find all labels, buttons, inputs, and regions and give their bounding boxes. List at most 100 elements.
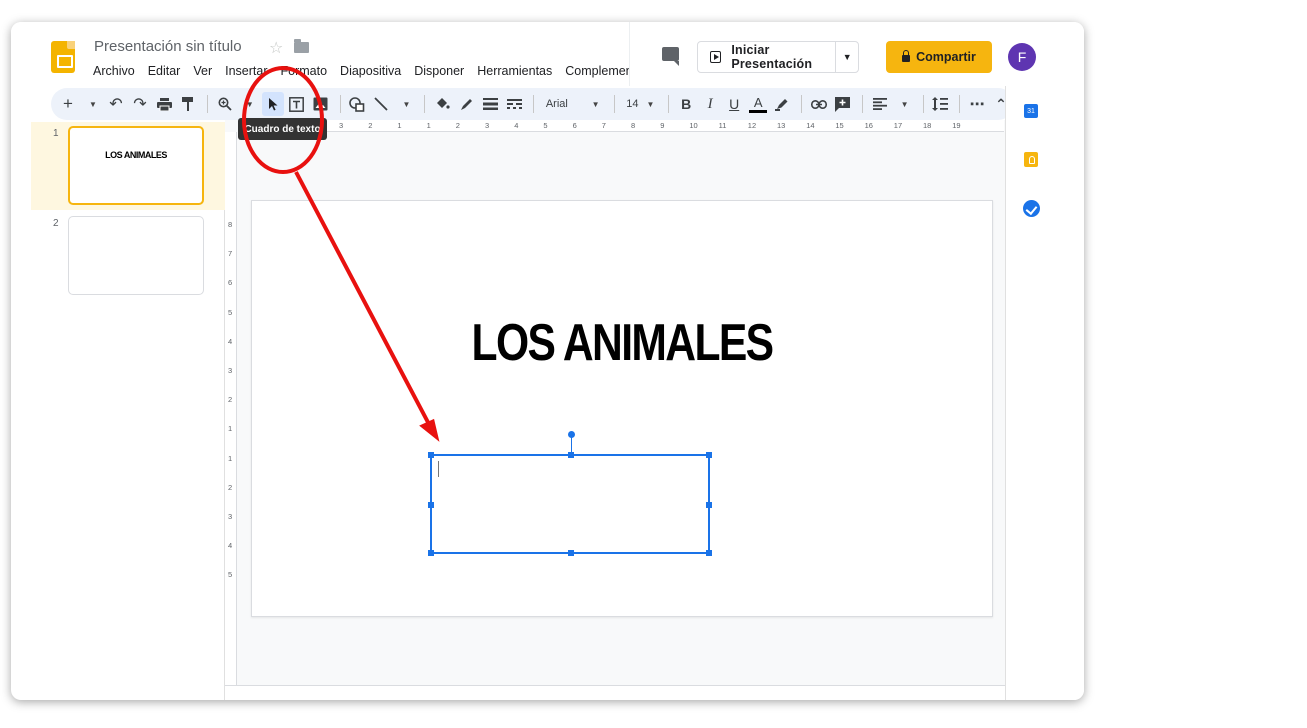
ruler-tick-label: 3 [228,512,233,521]
avatar[interactable]: F [1008,43,1036,71]
resize-handle-w[interactable] [428,502,434,508]
vertical-ruler[interactable]: 8 7 6 5 4 3 2 1 1 2 3 4 5 [225,132,237,698]
star-icon[interactable]: ☆ [269,38,283,58]
select-pointer-icon[interactable] [261,92,284,116]
underline-button[interactable]: U [723,92,745,116]
toolbar-divider [959,95,960,113]
resize-handle-ne[interactable] [706,452,712,458]
toolbar-divider [668,95,670,113]
doc-title[interactable]: Presentación sin título [94,38,242,55]
rotation-handle[interactable] [568,431,575,438]
horizontal-ruler[interactable]: 3 2 1 1 2 3 4 5 6 7 8 9 10 11 12 13 14 15 16 17 18 19 [321,120,1004,132]
menu-complementos[interactable]: Complemen [565,64,631,84]
font-select[interactable]: Arial ▼ [540,92,606,116]
zoom-icon[interactable] [214,92,236,116]
resize-handle-n[interactable] [568,452,574,458]
text-box-icon[interactable] [286,92,308,116]
line-caret[interactable]: ▼ [394,92,416,116]
font-size-value: 14 [626,98,639,110]
menu-ver[interactable]: Ver [193,64,218,84]
resize-handle-sw[interactable] [428,550,434,556]
ruler-tick-label: 15 [835,121,844,130]
zoom-caret[interactable]: ▼ [238,92,260,116]
speaker-notes-divider[interactable] [225,685,1005,700]
highlight-icon[interactable] [771,92,793,116]
ruler-tick-label: 13 [777,121,786,130]
resize-handle-s[interactable] [568,550,574,556]
app-window: Presentación sin título ☆ Archivo Editar… [11,22,1084,700]
new-slide-button[interactable]: + [57,92,79,116]
ruler-tick-label: 7 [601,121,606,130]
image-icon[interactable] [310,92,332,116]
italic-button[interactable]: I [699,92,721,116]
border-color-icon[interactable] [455,92,477,116]
ruler-tick-label: 2 [228,482,233,492]
link-icon[interactable] [808,92,830,116]
folder-icon[interactable] [294,39,309,53]
line-spacing-icon[interactable] [929,92,951,116]
border-weight-icon[interactable] [479,92,501,116]
tasks-icon[interactable] [1023,200,1040,217]
border-dash-icon[interactable] [503,92,525,116]
text-box-tooltip: Cuadro de texto [238,118,327,140]
lock-icon [902,50,911,62]
resize-handle-nw[interactable] [428,452,434,458]
present-button-group: Iniciar Presentación ▼ [697,41,859,73]
paint-format-icon[interactable] [177,92,199,116]
calendar-icon[interactable]: 31 [1024,104,1038,118]
ruler-tick-label: 6 [572,121,577,130]
ruler-tick-label: 4 [514,121,519,130]
share-button[interactable]: Compartir [886,41,992,73]
more-options-icon[interactable]: ⋯ [966,92,988,116]
toolbar-divider [339,95,341,113]
ruler-tick-label: 18 [923,121,932,130]
menu-disponer[interactable]: Disponer [414,64,470,84]
add-comment-icon[interactable] [832,92,854,116]
font-size-select[interactable]: 14 ▼ [620,92,660,116]
print-icon[interactable] [153,92,175,116]
toolbar-divider [861,95,863,113]
slide-title[interactable]: LOS ANIMALES [319,313,926,373]
ruler-tick-label: 8 [228,220,233,229]
present-options-button[interactable]: ▼ [836,42,858,72]
slide-thumbnail-row[interactable]: 2 [31,212,225,300]
resize-handle-e[interactable] [706,502,712,508]
fill-color-icon[interactable] [431,92,453,116]
menu-archivo[interactable]: Archivo [93,64,141,84]
align-icon[interactable] [869,92,891,116]
new-slide-layout-caret[interactable]: ▼ [81,92,103,116]
resize-handle-se[interactable] [706,550,712,556]
present-button[interactable]: Iniciar Presentación [698,42,837,72]
shape-icon[interactable] [346,92,368,116]
menu-herramientas[interactable]: Herramientas [477,64,558,84]
chevron-down-icon: ▼ [591,99,600,109]
text-color-button[interactable]: A [747,92,769,116]
redo-icon[interactable]: ↷ [129,92,151,116]
menu-diapositiva[interactable]: Diapositiva [340,64,407,84]
menu-insertar[interactable]: Insertar [225,64,273,84]
slide-thumbnail[interactable] [68,216,204,295]
ruler-tick-label: 11 [718,121,727,130]
text-color-bar [749,109,768,113]
slide-canvas-area: 3 2 1 1 2 3 4 5 6 7 8 9 10 11 12 13 14 15 16 17 18 19 8765432… [225,120,1005,700]
bold-button[interactable]: B [675,92,697,116]
menu-formato[interactable]: Formato [281,64,334,84]
line-icon[interactable] [370,92,392,116]
side-panel: 31 [1005,86,1084,700]
menu-bar: Archivo Editar Ver Insertar Formato Diap… [93,64,631,84]
ruler-tick-label: 17 [893,121,903,130]
text-box-selected[interactable] [428,431,712,556]
slide-thumbnail[interactable]: LOS ANIMALES [68,126,204,205]
menu-editar[interactable]: Editar [148,64,187,84]
align-caret[interactable]: ▼ [893,92,915,116]
comment-history-icon[interactable] [662,47,679,66]
undo-icon[interactable]: ↶ [105,92,127,116]
keep-icon[interactable] [1024,152,1038,167]
ruler-tick-label: 3 [339,121,344,130]
toolbar-divider [613,95,615,113]
slides-logo-icon[interactable] [51,41,75,73]
ruler-tick-label: 5 [228,307,233,317]
header-actions: Iniciar Presentación ▼ Compartir F [629,22,1084,86]
slide-thumbnail-row[interactable]: 1 LOS ANIMALES [31,122,225,210]
slide-canvas[interactable]: LOS ANIMALES [251,200,993,617]
